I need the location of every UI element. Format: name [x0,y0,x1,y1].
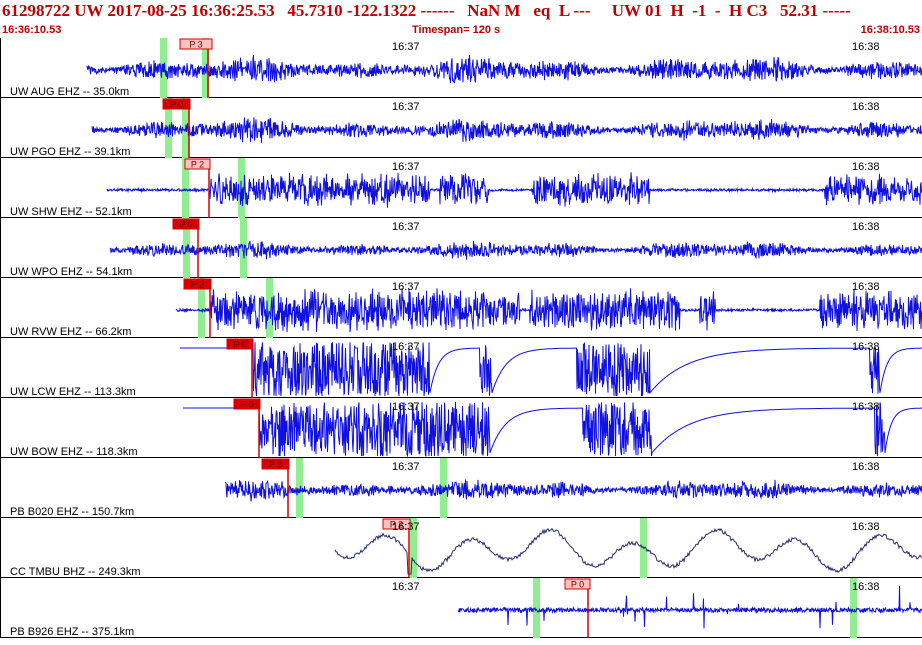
station-label: UW PGO EHZ -- 39.1km [10,146,130,158]
seismogram-panel[interactable]: P 3 16:37 16:38 UW AUG EHZ -- 35.0km P 0 16:3… [0,38,922,640]
minute-tick-label: 16:37 [392,281,420,293]
waveform-trace [180,341,922,397]
trace-row[interactable]: P 216:37 16:38CC TMBU BHZ -- 249.3km [0,518,922,578]
station-label: UW BOW EHZ -- 118.3km [10,446,138,458]
timespan-label: Timespan= 120 s [412,24,501,36]
waveform-trace [224,479,922,502]
pick-flag-label: P 3 [189,40,202,50]
trace-row[interactable]: P 0 16:37 16:38 UW WPO EHZ -- 54.1km [0,218,922,278]
trace-row[interactable]: P 0 16:37 16:38 UW BOW EHZ -- 118.3km [0,398,922,458]
pick-flag-label: P 3 [269,460,282,470]
station-label: UW SHW EHZ -- 52.1km [10,206,132,218]
pick-flag-label: P 0 [233,340,246,350]
trace-row[interactable]: P 3 16:37 16:38 UW AUG EHZ -- 35.0km [0,38,922,98]
waveform-trace [109,240,922,260]
minute-tick-label: 16:37 [392,521,420,533]
waveform-trace [86,54,922,84]
station-label: UW LCW EHZ -- 113.3km [10,386,136,398]
station-label: UW RVW EHZ -- 66.2km [10,326,131,338]
pick-flag-label: P 0 [179,220,192,230]
waveform-trace [334,527,922,575]
minute-tick-label: 16:37 [392,401,420,413]
trace-row[interactable]: P 0 16:37 16:38 PB B926 EHZ -- 375.1km [0,578,922,638]
trace-row[interactable]: P 2 16:37 16:38 UW SHW EHZ -- 52.1km [0,158,922,218]
minute-tick-label: 16:37 [392,341,420,353]
trace-row[interactable]: P 0 16:37 16:38 UW PGO EHZ -- 39.1km [0,98,922,158]
waveform-trace [183,401,922,458]
minute-tick-label: 16:38 [852,161,880,173]
trace-row[interactable]: P 3 16:37 16:38 PB B020 EHZ -- 150.7km [0,458,922,518]
minute-tick-label: 16:37 [392,161,420,173]
waveform-trace [175,288,922,333]
start-time: 16:36:10.53 [2,24,62,36]
pick-flag-label: P 2 [191,280,204,290]
waveform-trace [91,117,922,143]
minute-tick-label: 16:38 [852,581,880,593]
end-time: 16:38:10.53 [860,24,920,36]
minute-tick-label: 16:37 [392,581,420,593]
minute-tick-label: 16:38 [852,281,880,293]
minute-tick-label: 16:37 [392,461,420,473]
trace-row[interactable]: P 0 16:37 16:38 UW LCW EHZ -- 113.3km [0,338,922,398]
station-label: UW AUG EHZ -- 35.0km [10,86,129,98]
station-label: PB B020 EHZ -- 150.7km [10,506,134,518]
minute-tick-label: 16:37 [392,41,420,53]
minute-tick-label: 16:37 [392,221,420,233]
minute-tick-label: 16:38 [852,521,880,533]
event-title: 61298722 UW 2017-08-25 16:36:25.53 45.73… [2,1,851,20]
station-label: UW WPO EHZ -- 54.1km [10,266,132,278]
waveform-trace [106,172,922,208]
minute-tick-label: 16:38 [852,221,880,233]
station-label: PB B926 EHZ -- 375.1km [10,626,134,638]
minute-tick-label: 16:38 [852,461,880,473]
pick-flag-label: P 0 [571,580,584,590]
minute-tick-label: 16:38 [852,101,880,113]
minute-tick-label: 16:38 [852,401,880,413]
minute-tick-label: 16:38 [852,41,880,53]
phase-window-marker [533,578,540,638]
pick-flag-label: P 2 [191,160,204,170]
minute-tick-label: 16:38 [852,341,880,353]
station-label: CC TMBU BHZ -- 249.3km [10,566,141,578]
phase-window-marker [296,458,303,518]
header-bar: 61298722 UW 2017-08-25 16:36:25.53 45.73… [0,0,922,36]
minute-tick-label: 16:37 [392,101,420,113]
pick-flag-label: P 0 [170,100,183,110]
pick-flag-label: P 0 [240,400,253,410]
trace-row[interactable]: P 2 16:37 16:38 UW RVW EHZ -- 66.2km [0,278,922,338]
